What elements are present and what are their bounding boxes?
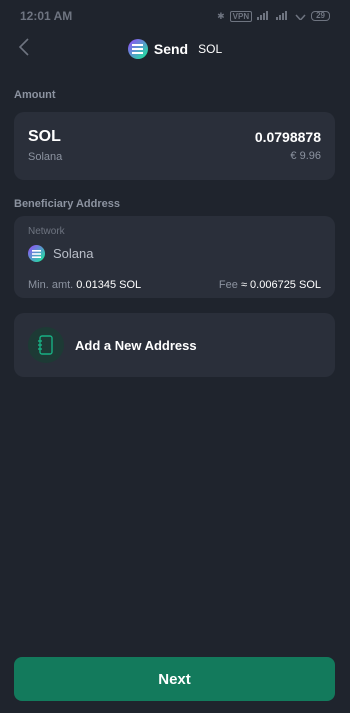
beneficiary-section-label: Beneficiary Address xyxy=(14,198,120,210)
page-title: Send SOL xyxy=(127,39,223,59)
solana-logo-icon xyxy=(127,39,148,59)
network-name: Solana xyxy=(53,246,94,261)
wifi-icon xyxy=(295,11,306,22)
asset-name: Solana xyxy=(28,151,63,163)
battery-icon: 29 xyxy=(311,11,330,21)
solana-logo-icon xyxy=(28,245,45,262)
network-label: Network xyxy=(28,226,65,237)
address-book-icon xyxy=(28,327,64,363)
signal-icon-2 xyxy=(276,10,290,22)
add-address-label: Add a New Address xyxy=(75,337,197,353)
status-icons: ✱ VPN 29 xyxy=(217,10,330,22)
fee-label: Fee xyxy=(218,279,238,291)
add-address-button[interactable]: Add a New Address xyxy=(14,313,335,377)
next-button[interactable]: Next xyxy=(14,657,335,701)
status-bar: 12:01 AM ✱ VPN 29 xyxy=(0,0,350,32)
min-amount-value: 0.01345 SOL xyxy=(76,279,142,291)
amount-section-label: Amount xyxy=(14,89,56,101)
signal-icon xyxy=(257,10,271,22)
status-time: 12:01 AM xyxy=(20,9,73,23)
chevron-left-icon xyxy=(18,37,30,62)
back-button[interactable] xyxy=(10,35,38,63)
asset-symbol: SOL xyxy=(28,128,61,145)
network-card[interactable]: Network Solana Min. amt. 0.01345 SOL Fee… xyxy=(14,216,335,298)
amount-card[interactable]: SOL Solana 0.0798878 € 9.96 xyxy=(14,112,335,180)
vpn-badge: VPN xyxy=(229,10,253,22)
fiat-value: € 9.96 xyxy=(290,150,321,162)
title-subtext: SOL xyxy=(198,42,223,56)
amount-value: 0.0798878 xyxy=(254,129,321,145)
title-text: Send xyxy=(153,41,189,57)
bluetooth-icon: ✱ xyxy=(217,10,225,21)
fee: Fee ≈ 0.006725 SOL xyxy=(219,279,321,291)
min-amount-label: Min. amt. xyxy=(28,279,74,291)
network-selector[interactable]: Solana xyxy=(28,245,93,262)
min-amount: Min. amt. 0.01345 SOL xyxy=(28,279,141,291)
header: Send SOL xyxy=(0,32,350,66)
fee-value: ≈ 0.006725 SOL xyxy=(240,279,321,291)
